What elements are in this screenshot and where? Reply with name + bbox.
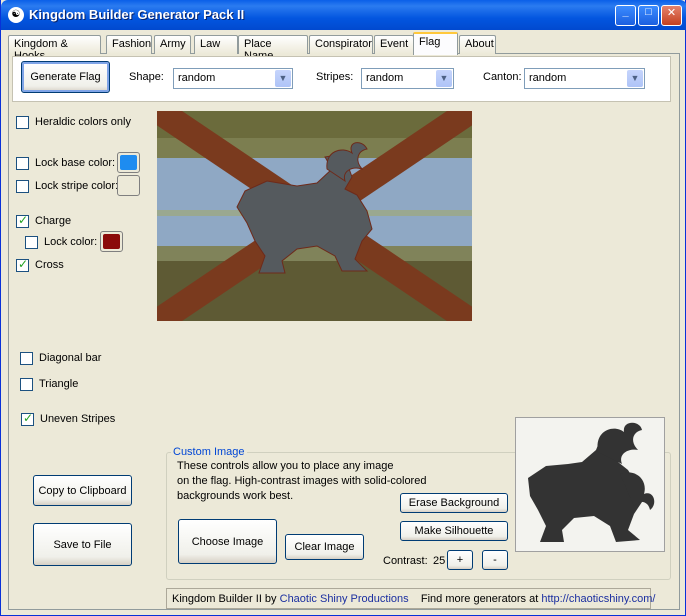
tab-flag[interactable]: Flag [413,32,458,55]
base-color-swatch[interactable] [117,152,140,173]
lion-silhouette-icon [528,422,655,542]
stripes-select[interactable]: random ▼ [361,68,454,89]
clear-image-button[interactable]: Clear Image [285,534,364,560]
custom-image-title: Custom Image [171,446,247,458]
contrast-label: Contrast: [383,555,428,567]
custom-image-desc-1: These controls allow you to place any im… [177,460,394,472]
tab-event[interactable]: Event [374,35,414,54]
uneven-stripes-label: Uneven Stripes [40,413,116,425]
contrast-value: 25 [433,555,446,567]
lock-stripe-label: Lock stripe color: [35,180,119,192]
contrast-minus-button[interactable]: - [482,550,508,570]
status-prefix: Kingdom Builder II by [172,593,277,605]
triangle-label: Triangle [39,378,79,390]
stripe-color-swatch[interactable] [117,175,140,196]
tab-law[interactable]: Law [194,35,238,54]
custom-image-preview [515,417,665,552]
tab-army[interactable]: Army [154,35,191,54]
canton-value: random [529,72,567,84]
stripes-value: random [366,72,404,84]
diagonal-label: Diagonal bar [39,352,102,364]
chevron-down-icon[interactable]: ▼ [627,70,643,87]
save-to-file-button[interactable]: Save to File [33,523,132,566]
cross-checkbox[interactable] [16,257,29,272]
uneven-stripes-checkbox[interactable] [21,411,34,426]
stripes-label: Stripes: [316,71,354,83]
triangle-checkbox[interactable] [20,378,33,391]
make-silhouette-button[interactable]: Make Silhouette [400,521,508,541]
app-window: ☯ Kingdom Builder Generator Pack II _ □ … [0,0,686,616]
chevron-down-icon[interactable]: ▼ [436,70,452,87]
canton-label: Canton: [483,71,522,83]
heraldic-label: Heraldic colors only [35,116,131,128]
cross-label: Cross [35,259,64,271]
tab-conspirator[interactable]: Conspirator [309,35,373,54]
charge-label: Charge [35,215,72,227]
close-button[interactable]: ✕ [661,5,682,26]
maximize-button[interactable]: □ [638,5,659,26]
tab-about[interactable]: About [459,35,496,54]
company-link[interactable]: Chaotic Shiny Productions [280,593,409,605]
status-more: Find more generators at [420,593,539,605]
chevron-down-icon[interactable]: ▼ [275,70,291,87]
diagonal-checkbox[interactable] [20,352,33,365]
shape-label: Shape: [129,71,164,83]
tab-fashion[interactable]: Fashion [106,35,152,54]
heraldic-checkbox[interactable] [16,116,29,129]
charge-color-swatch[interactable] [100,231,123,252]
generate-flag-button[interactable]: Generate Flag [21,61,110,93]
yin-yang-icon: ☯ [8,7,24,23]
shape-select[interactable]: random ▼ [173,68,293,89]
tab-kingdom-hooks[interactable]: Kingdom & Hooks [8,35,101,62]
custom-image-desc-3: backgrounds work best. [177,490,294,502]
contrast-plus-button[interactable]: + [447,550,473,570]
tab-place-name[interactable]: Place Name [238,35,308,62]
lock-charge-checkbox[interactable] [25,236,38,249]
canton-select[interactable]: random ▼ [524,68,645,89]
window-title: Kingdom Builder Generator Pack II [29,7,245,22]
shape-value: random [178,72,216,84]
custom-image-desc-2: on the flag. High-contrast images with s… [177,475,427,487]
lock-base-checkbox[interactable] [16,157,29,170]
minimize-button[interactable]: _ [615,5,636,26]
website-link[interactable]: http://chaoticshiny.com/ [541,593,655,605]
erase-background-button[interactable]: Erase Background [400,493,508,513]
charge-checkbox[interactable] [16,213,29,228]
flag-preview [157,111,472,321]
title-bar[interactable]: ☯ Kingdom Builder Generator Pack II _ □ … [1,0,686,30]
copy-to-clipboard-button[interactable]: Copy to Clipboard [33,475,132,506]
lock-base-label: Lock base color: [35,157,116,169]
status-bar: Kingdom Builder II by Chaotic Shiny Prod… [166,588,655,609]
lock-stripe-checkbox[interactable] [16,180,29,193]
choose-image-button[interactable]: Choose Image [178,519,277,564]
lock-charge-label: Lock color: [44,236,98,248]
